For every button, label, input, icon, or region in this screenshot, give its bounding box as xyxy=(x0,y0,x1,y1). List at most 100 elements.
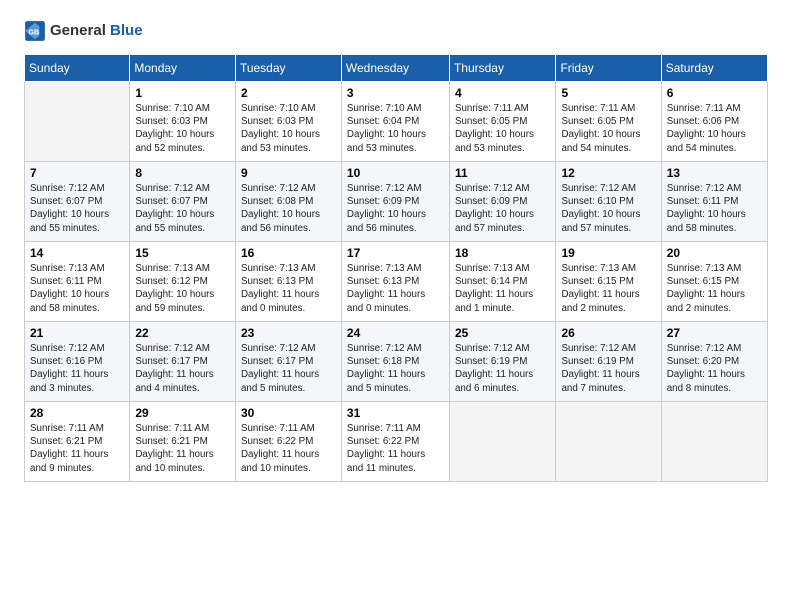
weekday-header-friday: Friday xyxy=(556,55,661,82)
logo: GB General Blue xyxy=(24,20,143,42)
day-cell: 31 Sunrise: 7:11 AM Sunset: 6:22 PM Dayli… xyxy=(341,402,449,482)
week-row-5: 28 Sunrise: 7:11 AM Sunset: 6:21 PM Dayli… xyxy=(25,402,768,482)
day-info: Sunrise: 7:12 AM Sunset: 6:20 PM Dayligh… xyxy=(667,342,762,395)
logo-blue: Blue xyxy=(110,22,143,39)
day-number: 22 xyxy=(135,326,230,340)
day-cell: 21 Sunrise: 7:12 AM Sunset: 6:16 PM Dayli… xyxy=(25,322,130,402)
day-cell: 14 Sunrise: 7:13 AM Sunset: 6:11 PM Dayli… xyxy=(25,242,130,322)
day-cell: 29 Sunrise: 7:11 AM Sunset: 6:21 PM Dayli… xyxy=(130,402,236,482)
day-cell: 17Sunrise: 7:13 AM Sunset: 6:13 PM Dayli… xyxy=(341,242,449,322)
day-cell: 24 Sunrise: 7:12 AM Sunset: 6:18 PM Dayli… xyxy=(341,322,449,402)
day-info: Sunrise: 7:11 AM Sunset: 6:06 PM Dayligh… xyxy=(667,102,762,155)
day-info: Sunrise: 7:12 AM Sunset: 6:09 PM Dayligh… xyxy=(347,182,444,235)
day-cell: 18Sunrise: 7:13 AM Sunset: 6:14 PM Dayli… xyxy=(449,242,555,322)
day-info: Sunrise: 7:12 AM Sunset: 6:07 PM Dayligh… xyxy=(135,182,230,235)
weekday-header-sunday: Sunday xyxy=(25,55,130,82)
day-cell: 12 Sunrise: 7:12 AM Sunset: 6:10 PM Dayli… xyxy=(556,162,661,242)
day-info: Sunrise: 7:12 AM Sunset: 6:19 PM Dayligh… xyxy=(455,342,550,395)
day-number: 16 xyxy=(241,246,336,260)
day-number: 4 xyxy=(455,86,550,100)
page: GB General Blue SundayMondayTuesdayWedne… xyxy=(0,0,792,498)
day-number: 21 xyxy=(30,326,124,340)
day-cell: 7 Sunrise: 7:12 AM Sunset: 6:07 PM Daylig… xyxy=(25,162,130,242)
day-info: Sunrise: 7:11 AM Sunset: 6:05 PM Dayligh… xyxy=(561,102,655,155)
day-cell: 11 Sunrise: 7:12 AM Sunset: 6:09 PM Dayli… xyxy=(449,162,555,242)
day-info: Sunrise: 7:13 AM Sunset: 6:13 PM Dayligh… xyxy=(241,262,336,315)
weekday-header-saturday: Saturday xyxy=(661,55,767,82)
day-number: 27 xyxy=(667,326,762,340)
svg-text:GB: GB xyxy=(28,28,39,36)
day-cell xyxy=(449,402,555,482)
weekday-header-thursday: Thursday xyxy=(449,55,555,82)
day-number: 7 xyxy=(30,166,124,180)
day-info: Sunrise: 7:12 AM Sunset: 6:19 PM Dayligh… xyxy=(561,342,655,395)
day-cell xyxy=(661,402,767,482)
day-cell: 13Sunrise: 7:12 AM Sunset: 6:11 PM Dayli… xyxy=(661,162,767,242)
day-cell: 3Sunrise: 7:10 AM Sunset: 6:04 PM Daylig… xyxy=(341,82,449,162)
day-info: Sunrise: 7:13 AM Sunset: 6:14 PM Dayligh… xyxy=(455,262,550,315)
weekday-header-row: SundayMondayTuesdayWednesdayThursdayFrid… xyxy=(25,55,768,82)
day-info: Sunrise: 7:13 AM Sunset: 6:15 PM Dayligh… xyxy=(561,262,655,315)
day-number: 6 xyxy=(667,86,762,100)
day-cell: 20 Sunrise: 7:13 AM Sunset: 6:15 PM Dayli… xyxy=(661,242,767,322)
day-info: Sunrise: 7:12 AM Sunset: 6:11 PM Dayligh… xyxy=(667,182,762,235)
day-info: Sunrise: 7:11 AM Sunset: 6:21 PM Dayligh… xyxy=(135,422,230,475)
day-cell: 30Sunrise: 7:11 AM Sunset: 6:22 PM Dayli… xyxy=(235,402,341,482)
day-number: 31 xyxy=(347,406,444,420)
weekday-header-wednesday: Wednesday xyxy=(341,55,449,82)
day-number: 29 xyxy=(135,406,230,420)
day-number: 28 xyxy=(30,406,124,420)
day-info: Sunrise: 7:12 AM Sunset: 6:09 PM Dayligh… xyxy=(455,182,550,235)
logo-icon: GB xyxy=(24,20,46,42)
day-number: 5 xyxy=(561,86,655,100)
day-cell: 23 Sunrise: 7:12 AM Sunset: 6:17 PM Dayli… xyxy=(235,322,341,402)
day-number: 19 xyxy=(561,246,655,260)
day-info: Sunrise: 7:12 AM Sunset: 6:18 PM Dayligh… xyxy=(347,342,444,395)
day-info: Sunrise: 7:11 AM Sunset: 6:22 PM Dayligh… xyxy=(241,422,336,475)
day-cell: 22 Sunrise: 7:12 AM Sunset: 6:17 PM Dayli… xyxy=(130,322,236,402)
day-number: 9 xyxy=(241,166,336,180)
day-info: Sunrise: 7:12 AM Sunset: 6:07 PM Dayligh… xyxy=(30,182,124,235)
day-cell: 1 Sunrise: 7:10 AM Sunset: 6:03 PM Daylig… xyxy=(130,82,236,162)
week-row-2: 7 Sunrise: 7:12 AM Sunset: 6:07 PM Daylig… xyxy=(25,162,768,242)
day-number: 11 xyxy=(455,166,550,180)
day-info: Sunrise: 7:10 AM Sunset: 6:03 PM Dayligh… xyxy=(241,102,336,155)
day-info: Sunrise: 7:13 AM Sunset: 6:13 PM Dayligh… xyxy=(347,262,444,315)
day-cell: 10 Sunrise: 7:12 AM Sunset: 6:09 PM Dayli… xyxy=(341,162,449,242)
day-cell: 28 Sunrise: 7:11 AM Sunset: 6:21 PM Dayli… xyxy=(25,402,130,482)
week-row-4: 21 Sunrise: 7:12 AM Sunset: 6:16 PM Dayli… xyxy=(25,322,768,402)
day-info: Sunrise: 7:13 AM Sunset: 6:11 PM Dayligh… xyxy=(30,262,124,315)
day-cell: 8 Sunrise: 7:12 AM Sunset: 6:07 PM Daylig… xyxy=(130,162,236,242)
day-number: 26 xyxy=(561,326,655,340)
day-number: 1 xyxy=(135,86,230,100)
logo-text: General Blue xyxy=(50,23,143,40)
day-number: 8 xyxy=(135,166,230,180)
day-cell: 26 Sunrise: 7:12 AM Sunset: 6:19 PM Dayli… xyxy=(556,322,661,402)
day-cell: 15Sunrise: 7:13 AM Sunset: 6:12 PM Dayli… xyxy=(130,242,236,322)
day-info: Sunrise: 7:11 AM Sunset: 6:21 PM Dayligh… xyxy=(30,422,124,475)
day-info: Sunrise: 7:12 AM Sunset: 6:17 PM Dayligh… xyxy=(135,342,230,395)
day-number: 24 xyxy=(347,326,444,340)
day-cell xyxy=(25,82,130,162)
week-row-1: 1 Sunrise: 7:10 AM Sunset: 6:03 PM Daylig… xyxy=(25,82,768,162)
day-cell: 6 Sunrise: 7:11 AM Sunset: 6:06 PM Daylig… xyxy=(661,82,767,162)
day-cell xyxy=(556,402,661,482)
day-number: 10 xyxy=(347,166,444,180)
day-info: Sunrise: 7:10 AM Sunset: 6:03 PM Dayligh… xyxy=(135,102,230,155)
weekday-header-monday: Monday xyxy=(130,55,236,82)
day-number: 12 xyxy=(561,166,655,180)
day-cell: 16 Sunrise: 7:13 AM Sunset: 6:13 PM Dayli… xyxy=(235,242,341,322)
day-info: Sunrise: 7:12 AM Sunset: 6:17 PM Dayligh… xyxy=(241,342,336,395)
day-number: 23 xyxy=(241,326,336,340)
day-info: Sunrise: 7:12 AM Sunset: 6:10 PM Dayligh… xyxy=(561,182,655,235)
day-number: 20 xyxy=(667,246,762,260)
day-info: Sunrise: 7:11 AM Sunset: 6:22 PM Dayligh… xyxy=(347,422,444,475)
day-cell: 9Sunrise: 7:12 AM Sunset: 6:08 PM Daylig… xyxy=(235,162,341,242)
day-number: 14 xyxy=(30,246,124,260)
calendar-table: SundayMondayTuesdayWednesdayThursdayFrid… xyxy=(24,54,768,482)
day-info: Sunrise: 7:11 AM Sunset: 6:05 PM Dayligh… xyxy=(455,102,550,155)
header: GB General Blue xyxy=(24,20,768,42)
day-info: Sunrise: 7:12 AM Sunset: 6:16 PM Dayligh… xyxy=(30,342,124,395)
day-info: Sunrise: 7:10 AM Sunset: 6:04 PM Dayligh… xyxy=(347,102,444,155)
day-info: Sunrise: 7:13 AM Sunset: 6:15 PM Dayligh… xyxy=(667,262,762,315)
